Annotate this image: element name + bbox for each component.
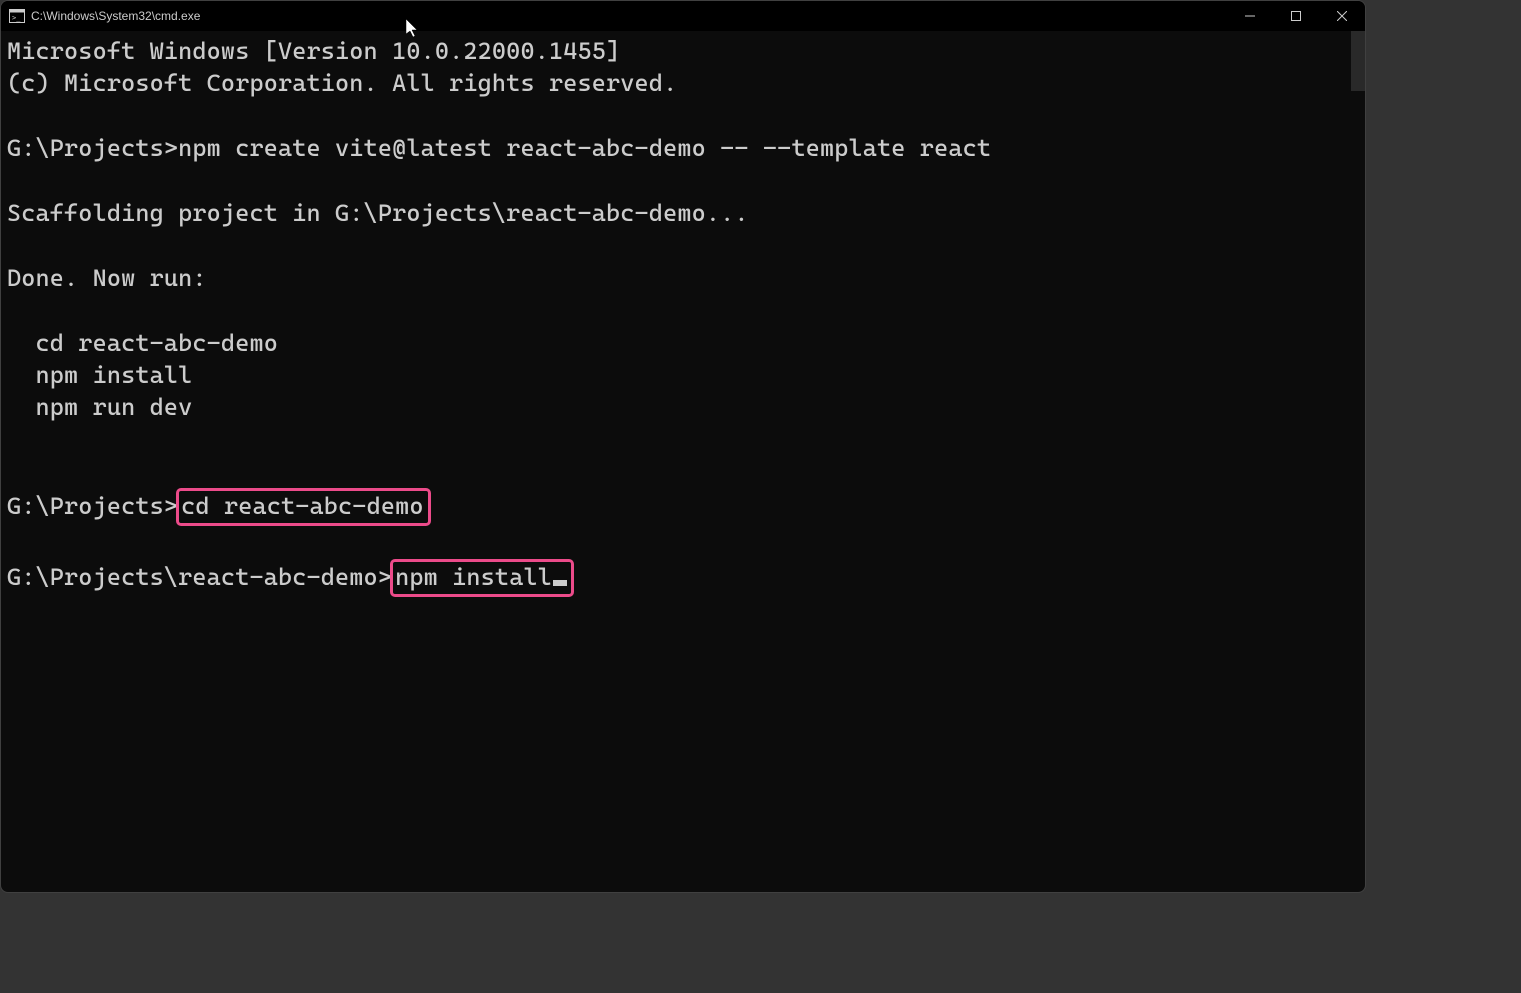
vertical-scrollbar[interactable] bbox=[1351, 31, 1365, 91]
window-controls bbox=[1227, 1, 1365, 31]
titlebar-left: >_ C:\Windows\System32\cmd.exe bbox=[9, 9, 200, 23]
terminal-line: (c) Microsoft Corporation. All rights re… bbox=[7, 67, 1359, 99]
terminal-blank-line bbox=[7, 294, 1359, 326]
text-cursor bbox=[553, 580, 567, 586]
terminal-prompt-line: G:\Projects>cd react-abc-demo bbox=[7, 488, 1359, 526]
terminal-line: Done. Now run: bbox=[7, 262, 1359, 294]
terminal-blank-line bbox=[7, 100, 1359, 132]
prompt-command: npm install bbox=[395, 563, 552, 591]
highlighted-command: cd react-abc-demo bbox=[176, 488, 430, 526]
highlighted-command: npm install bbox=[390, 559, 574, 597]
minimize-button[interactable] bbox=[1227, 1, 1273, 31]
window-titlebar[interactable]: >_ C:\Windows\System32\cmd.exe bbox=[1, 1, 1365, 31]
terminal-blank-line bbox=[7, 526, 1359, 558]
cmd-window: >_ C:\Windows\System32\cmd.exe Microsoft… bbox=[0, 0, 1366, 893]
terminal-output-area[interactable]: Microsoft Windows [Version 10.0.22000.14… bbox=[1, 31, 1365, 892]
terminal-blank-line bbox=[7, 165, 1359, 197]
terminal-prompt-line: G:\Projects>npm create vite@latest react… bbox=[7, 132, 1359, 164]
maximize-button[interactable] bbox=[1273, 1, 1319, 31]
cmd-icon: >_ bbox=[9, 9, 25, 23]
terminal-blank-line bbox=[7, 229, 1359, 261]
prompt-path: G:\Projects\react-abc-demo> bbox=[7, 563, 392, 591]
svg-text:>_: >_ bbox=[12, 14, 21, 22]
terminal-line: npm install bbox=[7, 359, 1359, 391]
terminal-line: Microsoft Windows [Version 10.0.22000.14… bbox=[7, 35, 1359, 67]
close-button[interactable] bbox=[1319, 1, 1365, 31]
terminal-blank-line bbox=[7, 456, 1359, 488]
prompt-command: npm create vite@latest react-abc-demo --… bbox=[178, 134, 991, 162]
terminal-prompt-line: G:\Projects\react-abc-demo>npm install bbox=[7, 559, 1359, 597]
terminal-line: cd react-abc-demo bbox=[7, 327, 1359, 359]
terminal-blank-line bbox=[7, 424, 1359, 456]
terminal-line: Scaffolding project in G:\Projects\react… bbox=[7, 197, 1359, 229]
prompt-path: G:\Projects> bbox=[7, 492, 178, 520]
window-title: C:\Windows\System32\cmd.exe bbox=[31, 9, 200, 23]
terminal-line: npm run dev bbox=[7, 391, 1359, 423]
prompt-command: cd react-abc-demo bbox=[181, 492, 423, 520]
prompt-path: G:\Projects> bbox=[7, 134, 178, 162]
